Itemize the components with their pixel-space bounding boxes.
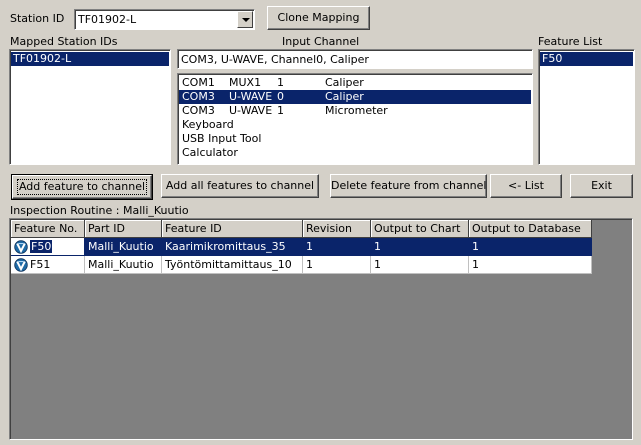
grid-header-row: Feature No. Part ID Feature ID Revision …	[11, 220, 592, 238]
grid-cell-revision[interactable]: 1	[302, 237, 371, 256]
grid-header[interactable]: Output to Chart	[370, 220, 469, 238]
channel-list-item[interactable]: COM3 U-WAVE 1 Micrometer	[179, 104, 531, 118]
grid-header[interactable]: Feature No.	[11, 220, 85, 238]
channel-port: COM3	[182, 104, 215, 117]
grid-header[interactable]: Revision	[302, 220, 371, 238]
chevron-down-icon[interactable]	[237, 11, 253, 28]
delete-feature-label: Delete feature from channel	[331, 179, 487, 192]
channel-tool: Micrometer	[325, 104, 388, 117]
channel-list-item[interactable]: COM3 U-WAVE 0 Caliper	[179, 90, 531, 104]
channel-channel: 0	[277, 90, 284, 103]
input-channel-list[interactable]: COM1 MUX1 1 Caliper COM3 U-WAVE 0 Caliper COM3 U-…	[177, 73, 533, 165]
grid-cell-chart[interactable]: 1	[370, 255, 469, 274]
feature-list-label: Feature List	[538, 35, 603, 48]
channel-list-item[interactable]: Calculator	[179, 146, 531, 160]
grid-cell-feature-id[interactable]: Työntömittamittaus_10	[161, 255, 303, 274]
list-button[interactable]: <- List	[490, 174, 562, 198]
grid-cell-part-id[interactable]: Malli_Kuutio	[84, 237, 162, 256]
input-channel-field[interactable]: COM3, U-WAVE, Channel0, Caliper	[177, 49, 533, 69]
mapped-station-ids-label: Mapped Station IDs	[10, 35, 118, 48]
grid-header[interactable]: Part ID	[84, 220, 162, 238]
table-row[interactable]: F50 Malli_Kuutio Kaarimikromittaus_35 1 1 1	[11, 237, 592, 256]
channel-list-item[interactable]: Keyboard	[179, 118, 531, 132]
channel-channel: 1	[277, 76, 284, 89]
exit-button-label: Exit	[591, 179, 612, 192]
grid-cell-revision[interactable]: 1	[302, 255, 371, 274]
feature-no-text: F50	[30, 239, 53, 253]
add-feature-button[interactable]: Add feature to channel	[11, 174, 153, 200]
caliper-feature-icon	[14, 239, 28, 254]
channel-tool: Caliper	[325, 90, 364, 103]
add-all-features-button[interactable]: Add all features to channel	[161, 174, 319, 198]
channel-port: COM1	[182, 76, 215, 89]
channel-port: Calculator	[182, 146, 238, 159]
list-item[interactable]: F50	[540, 52, 633, 66]
table-row[interactable]: F51 Malli_Kuutio Työntömittamittaus_10 1 1 1	[11, 255, 592, 274]
feature-table: Feature No. Part ID Feature ID Revision …	[11, 220, 592, 274]
delete-feature-button[interactable]: Delete feature from channel	[330, 174, 487, 198]
feature-list[interactable]: F50	[538, 49, 635, 165]
channel-port: COM3	[182, 90, 215, 103]
channel-device: U-WAVE	[229, 90, 273, 103]
channel-channel: 1	[277, 104, 284, 117]
channel-device: MUX1	[229, 76, 262, 89]
list-item[interactable]: TF01902-L	[11, 52, 169, 66]
channel-list-item[interactable]: USB Input Tool	[179, 132, 531, 146]
grid-header[interactable]: Output to Database	[468, 220, 592, 238]
feature-grid[interactable]: Feature No. Part ID Feature ID Revision …	[9, 218, 633, 440]
list-button-label: <- List	[508, 179, 544, 192]
grid-cell-feature-id[interactable]: Kaarimikromittaus_35	[161, 237, 303, 256]
add-all-features-label: Add all features to channel	[165, 179, 315, 192]
grid-cell-part-id[interactable]: Malli_Kuutio	[84, 255, 162, 274]
input-channel-value: COM3, U-WAVE, Channel0, Caliper	[181, 53, 369, 66]
station-id-label: Station ID	[10, 12, 65, 25]
channel-list-item[interactable]: COM1 MUX1 1 Caliper	[179, 76, 531, 90]
inspection-routine-label: Inspection Routine : Malli_Kuutio	[10, 204, 189, 217]
clone-mapping-button[interactable]: Clone Mapping	[267, 6, 370, 30]
grid-header[interactable]: Feature ID	[161, 220, 303, 238]
grid-cell-database[interactable]: 1	[468, 255, 592, 274]
clone-mapping-label: Clone Mapping	[277, 11, 360, 24]
grid-cell-chart[interactable]: 1	[370, 237, 469, 256]
channel-port: USB Input Tool	[182, 132, 262, 145]
feature-no-text: F51	[30, 257, 51, 271]
grid-cell-feature-no[interactable]: F50	[11, 237, 85, 256]
input-channel-label: Input Channel	[282, 35, 360, 48]
channel-device: U-WAVE	[229, 104, 273, 117]
channel-tool: Caliper	[325, 76, 364, 89]
caliper-feature-icon	[14, 257, 28, 272]
grid-cell-database[interactable]: 1	[468, 237, 592, 256]
grid-cell-feature-no[interactable]: F51	[11, 255, 85, 274]
station-id-value: TF01902-L	[78, 13, 137, 26]
channel-port: Keyboard	[182, 118, 234, 131]
station-id-combo[interactable]: TF01902-L	[74, 9, 255, 30]
mapped-station-list[interactable]: TF01902-L	[9, 49, 171, 165]
exit-button[interactable]: Exit	[570, 174, 633, 198]
add-feature-label: Add feature to channel	[18, 180, 146, 193]
